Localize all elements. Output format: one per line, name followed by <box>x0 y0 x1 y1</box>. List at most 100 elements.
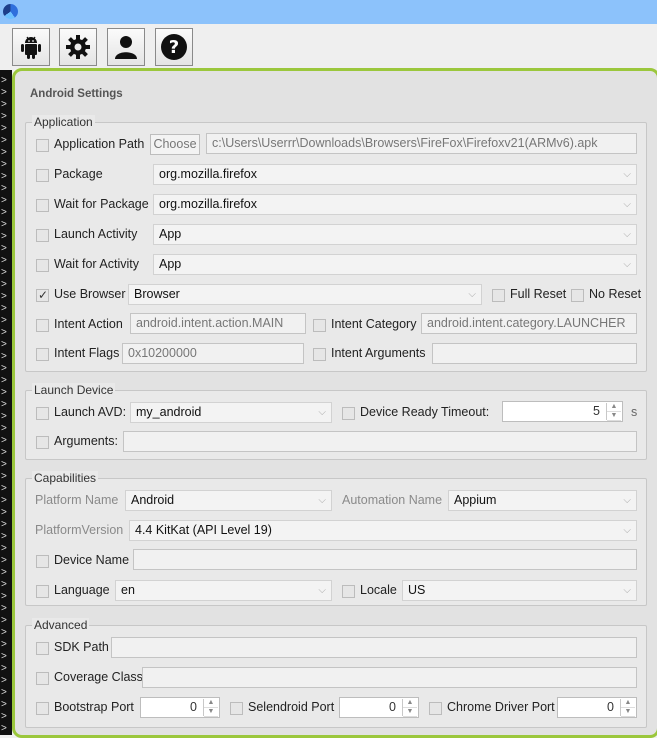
wait-activity-checkbox[interactable] <box>36 259 49 272</box>
intent-category-checkbox[interactable] <box>313 319 326 332</box>
platform-version-select[interactable]: 4.4 KitKat (API Level 19) ⌵ <box>129 520 637 541</box>
browser-select[interactable]: Browser ⌵ <box>128 284 482 305</box>
expand-arrow-icon: > <box>1 363 7 374</box>
expand-arrow-icon: > <box>1 147 7 158</box>
device-name-field[interactable] <box>133 549 637 570</box>
automation-name-select[interactable]: Appium ⌵ <box>448 490 637 511</box>
expand-arrow-icon: > <box>1 123 7 134</box>
expand-arrow-icon: > <box>1 207 7 218</box>
intent-action-field[interactable]: android.intent.action.MAIN <box>130 313 306 334</box>
expand-arrow-icon: > <box>1 219 7 230</box>
device-ready-timeout-checkbox[interactable] <box>342 407 355 420</box>
bootstrap-port-checkbox[interactable] <box>36 702 49 715</box>
expand-arrow-icon: > <box>1 171 7 182</box>
spinner-buttons[interactable]: ▲ ▼ <box>203 699 218 717</box>
coverage-class-checkbox[interactable] <box>36 672 49 685</box>
coverage-class-field[interactable] <box>142 667 637 688</box>
spin-down-icon[interactable]: ▼ <box>621 708 635 717</box>
chevron-down-icon: ⌵ <box>623 199 631 210</box>
timeout-unit: s <box>631 405 638 419</box>
chevron-down-icon: ⌵ <box>623 259 631 270</box>
expand-arrow-icon: > <box>1 327 7 338</box>
sdk-path-checkbox[interactable] <box>36 642 49 655</box>
language-value: en <box>121 583 135 597</box>
device-name-label: Device Name <box>54 553 130 567</box>
platform-name-select[interactable]: Android ⌵ <box>125 490 332 511</box>
arguments-checkbox[interactable] <box>36 436 49 449</box>
spin-down-icon[interactable]: ▼ <box>403 708 417 717</box>
spin-up-icon[interactable]: ▲ <box>403 699 417 708</box>
intent-flags-checkbox[interactable] <box>36 348 49 361</box>
expand-arrow-icon: > <box>1 135 7 146</box>
expand-arrow-icon: > <box>1 315 7 326</box>
no-reset-label: No Reset <box>589 287 642 301</box>
language-checkbox[interactable] <box>36 585 49 598</box>
spin-down-icon[interactable]: ▼ <box>607 412 621 421</box>
full-reset-checkbox[interactable] <box>492 289 505 302</box>
spinner-buttons[interactable]: ▲ ▼ <box>620 699 635 717</box>
coverage-class-label: Coverage Class <box>54 670 143 684</box>
locale-checkbox[interactable] <box>342 585 355 598</box>
launch-activity-select[interactable]: App ⌵ <box>153 224 637 245</box>
chrome-driver-port-spinner[interactable]: 0 ▲ ▼ <box>557 697 637 718</box>
language-select[interactable]: en ⌵ <box>115 580 332 601</box>
spin-down-icon[interactable]: ▼ <box>204 708 218 717</box>
launch-avd-checkbox[interactable] <box>36 407 49 420</box>
android-settings-button[interactable] <box>12 28 50 66</box>
general-settings-button[interactable] <box>59 28 97 66</box>
expand-arrow-icon: > <box>1 111 7 122</box>
expand-arrow-icon: > <box>1 615 7 626</box>
expand-arrow-icon: > <box>1 543 7 554</box>
spin-up-icon[interactable]: ▲ <box>621 699 635 708</box>
help-button[interactable]: ? <box>155 28 193 66</box>
wait-activity-label: Wait for Activity <box>54 257 139 271</box>
chevron-down-icon: ⌵ <box>623 229 631 240</box>
help-icon: ? <box>161 34 187 60</box>
spin-up-icon[interactable]: ▲ <box>204 699 218 708</box>
device-ready-timeout-spinner[interactable]: 5 ▲ ▼ <box>502 401 623 422</box>
chevron-down-icon: ⌵ <box>318 407 326 418</box>
launch-avd-select[interactable]: my_android ⌵ <box>130 402 332 423</box>
intent-category-field[interactable]: android.intent.category.LAUNCHER <box>421 313 637 334</box>
intent-action-checkbox[interactable] <box>36 319 49 332</box>
package-select[interactable]: org.mozilla.firefox ⌵ <box>153 164 637 185</box>
intent-arguments-checkbox[interactable] <box>313 348 326 361</box>
application-legend: Application <box>32 115 95 129</box>
locale-select[interactable]: US ⌵ <box>402 580 637 601</box>
application-path-field[interactable]: c:\Users\Userrr\Downloads\Browsers\FireF… <box>206 133 637 154</box>
wait-package-select[interactable]: org.mozilla.firefox ⌵ <box>153 194 637 215</box>
spinner-buttons[interactable]: ▲ ▼ <box>606 403 621 421</box>
selendroid-port-checkbox[interactable] <box>230 702 243 715</box>
wait-activity-select[interactable]: App ⌵ <box>153 254 637 275</box>
intent-arguments-field[interactable] <box>432 343 637 364</box>
launch-device-group: Launch Device Launch AVD: my_android ⌵ De… <box>25 383 647 460</box>
launch-avd-value: my_android <box>136 405 202 419</box>
chrome-driver-port-checkbox[interactable] <box>429 702 442 715</box>
application-group: Application Application Path Choose c:\U… <box>25 115 647 372</box>
no-reset-checkbox[interactable] <box>571 289 584 302</box>
expand-arrow-icon: > <box>1 675 7 686</box>
arguments-field[interactable] <box>123 431 637 452</box>
use-browser-checkbox[interactable]: ✓ <box>36 289 49 302</box>
package-checkbox[interactable] <box>36 169 49 182</box>
expand-arrow-icon: > <box>1 639 7 650</box>
launch-activity-checkbox[interactable] <box>36 229 49 242</box>
application-path-checkbox[interactable] <box>36 139 49 152</box>
expand-arrow-icon: > <box>1 471 7 482</box>
selendroid-port-spinner[interactable]: 0 ▲ ▼ <box>339 697 419 718</box>
wait-package-checkbox[interactable] <box>36 199 49 212</box>
selendroid-port-value: 0 <box>389 700 396 714</box>
device-name-checkbox[interactable] <box>36 555 49 568</box>
user-icon <box>115 36 137 59</box>
sdk-path-field[interactable] <box>111 637 637 658</box>
left-collapse-strip[interactable]: > > > > > > > > > > > > > > > > > > > > > > > > > > > > > > > > > > > > > > > >… <box>0 70 12 735</box>
spinner-buttons[interactable]: ▲ ▼ <box>402 699 417 717</box>
developer-settings-button[interactable] <box>107 28 145 66</box>
bootstrap-port-spinner[interactable]: 0 ▲ ▼ <box>140 697 220 718</box>
expand-arrow-icon: > <box>1 459 7 470</box>
choose-button[interactable]: Choose <box>150 134 200 155</box>
browser-value: Browser <box>134 287 180 301</box>
intent-flags-field[interactable]: 0x10200000 <box>122 343 304 364</box>
spin-up-icon[interactable]: ▲ <box>607 403 621 412</box>
wait-package-label: Wait for Package <box>54 197 149 211</box>
